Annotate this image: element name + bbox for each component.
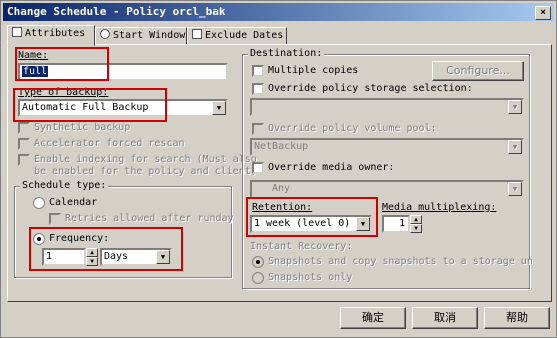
multiple-copies-label: Multiple copies [268, 65, 359, 76]
name-input[interactable]: full [18, 63, 228, 81]
retention-label: Retention: [252, 202, 313, 213]
retries-checkbox[interactable] [49, 213, 61, 225]
title-bar: Change Schedule - Policy orcl_bak × [3, 3, 554, 21]
multiplexing-input[interactable]: 1 [382, 215, 410, 233]
schedule-type-label: Schedule type: [20, 180, 109, 191]
spin-down-icon[interactable]: ▼ [410, 224, 422, 233]
synthetic-backup-label: Synthetic backup [34, 122, 131, 133]
spin-down-icon[interactable]: ▼ [86, 257, 98, 266]
name-label: Name: [18, 50, 49, 61]
type-of-backup-label: Type of backup: [18, 87, 109, 98]
spin-up-icon[interactable]: ▲ [86, 248, 98, 257]
tab-attributes-label: Attributes [25, 28, 86, 39]
indexing-label-line1: Enable indexing for search (Must also [34, 154, 257, 165]
frequency-value: 1 [46, 251, 53, 262]
snapshots-copy-radio[interactable] [252, 256, 264, 268]
retries-label: Retries allowed after runday [65, 213, 234, 224]
calendar-icon [192, 29, 202, 39]
chevron-down-icon: ▼ [508, 100, 522, 114]
override-pool-label: Override policy volume pool: [268, 123, 437, 134]
frequency-unit-value: Days [104, 251, 129, 262]
accelerator-rescan-checkbox[interactable] [18, 138, 30, 150]
tab-start-window[interactable]: Start Window [95, 27, 187, 45]
attributes-tab-icon [12, 27, 22, 37]
override-pool-checkbox[interactable] [252, 123, 264, 135]
close-icon: × [539, 7, 547, 18]
tab-exclude-dates[interactable]: Exclude Dates [187, 27, 287, 45]
clock-icon [100, 29, 110, 39]
snapshots-copy-label: Snapshots and copy snapshots to a storag… [268, 256, 533, 267]
frequency-input[interactable]: 1 [42, 248, 86, 266]
override-media-owner-label: Override media owner: [268, 162, 395, 173]
snapshots-only-radio[interactable] [252, 272, 264, 284]
synthetic-backup-checkbox[interactable] [18, 122, 30, 134]
type-of-backup-value: Automatic Full Backup [22, 102, 149, 113]
ok-button[interactable]: 确定 [340, 307, 406, 329]
type-of-backup-select[interactable]: Automatic Full Backup ▼ [18, 99, 228, 117]
calendar-radio[interactable] [33, 197, 45, 209]
chevron-down-icon: ▼ [212, 101, 226, 115]
media-owner-select[interactable]: Any ▼ [250, 180, 524, 198]
frequency-unit-select[interactable]: Days ▼ [100, 248, 172, 266]
indexing-checkbox[interactable] [18, 154, 30, 166]
calendar-label: Calendar [49, 197, 98, 208]
configure-button[interactable]: Configure... [432, 61, 524, 81]
volume-pool-select[interactable]: NetBackup ▼ [250, 138, 524, 156]
close-button[interactable]: × [535, 6, 551, 20]
media-owner-value: Any [272, 183, 291, 194]
attributes-panel: Name: full Type of backup: Automatic Ful… [7, 44, 552, 302]
frequency-radio[interactable] [33, 233, 45, 245]
multiple-copies-checkbox[interactable] [252, 65, 264, 77]
help-button[interactable]: 帮助 [484, 307, 550, 329]
retention-select[interactable]: 1 week (level 0) ▼ [250, 215, 372, 233]
override-media-owner-checkbox[interactable] [252, 162, 264, 174]
frequency-label: Frequency: [49, 233, 110, 244]
tab-exclude-dates-label: Exclude Dates [205, 30, 284, 41]
chevron-down-icon: ▼ [156, 250, 170, 264]
storage-select[interactable]: ▼ [250, 98, 524, 116]
name-input-value: full [22, 66, 49, 77]
snapshots-only-label: Snapshots only [268, 272, 353, 283]
chevron-down-icon: ▼ [356, 217, 370, 231]
indexing-label-line2: be enabled for the policy and client) [34, 166, 257, 177]
volume-pool-value: NetBackup [254, 141, 309, 152]
retention-value: 1 week (level 0) [254, 218, 351, 229]
multiplexing-spinner[interactable]: ▲ ▼ [410, 215, 422, 233]
chevron-down-icon: ▼ [508, 140, 522, 154]
override-storage-label: Override policy storage selection: [268, 83, 473, 94]
destination-label: Destination: [248, 48, 325, 59]
window-title: Change Schedule - Policy orcl_bak [7, 5, 226, 18]
tab-start-window-label: Start Window [113, 30, 186, 41]
tab-attributes[interactable]: Attributes [7, 25, 95, 46]
spin-up-icon[interactable]: ▲ [410, 215, 422, 224]
instant-recovery-label: Instant Recovery: [250, 241, 353, 252]
frequency-spinner[interactable]: ▲ ▼ [86, 248, 98, 266]
accelerator-rescan-label: Accelerator forced rescan [34, 138, 185, 149]
multiplexing-value: 1 [398, 218, 405, 229]
change-schedule-dialog: Change Schedule - Policy orcl_bak × Attr… [0, 0, 557, 338]
media-multiplexing-label: Media multiplexing: [382, 202, 497, 213]
chevron-down-icon: ▼ [508, 182, 522, 196]
override-storage-checkbox[interactable] [252, 83, 264, 95]
cancel-button[interactable]: 取消 [412, 307, 478, 329]
